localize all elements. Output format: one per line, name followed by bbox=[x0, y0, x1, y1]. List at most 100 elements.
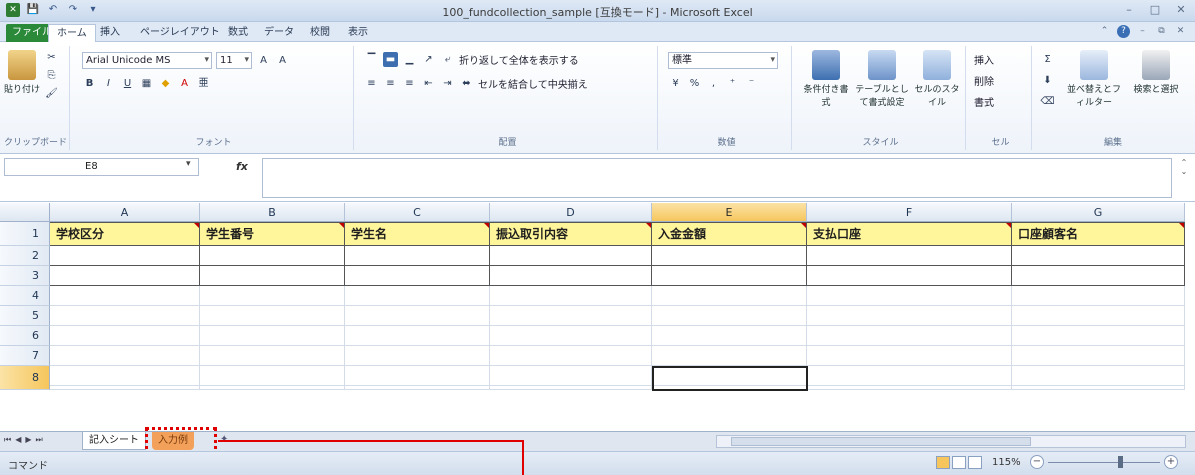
empty-cells-g[interactable] bbox=[1012, 286, 1185, 390]
maximize-button[interactable]: □ bbox=[1147, 2, 1163, 18]
wrap-text-label[interactable]: 折り返して全体を表示する bbox=[459, 52, 579, 67]
font-color-icon[interactable]: A bbox=[177, 76, 192, 91]
horizontal-scroll-thumb[interactable] bbox=[731, 437, 1031, 446]
row-header-8[interactable]: 8 bbox=[0, 366, 50, 390]
align-top-icon[interactable]: ▔ bbox=[364, 52, 379, 67]
name-box[interactable]: E8 bbox=[4, 158, 199, 176]
last-sheet-icon[interactable]: ⏭ bbox=[36, 435, 43, 445]
align-center-icon[interactable]: ≡ bbox=[383, 76, 398, 91]
find-select-button[interactable]: 検索と選択 bbox=[1128, 50, 1184, 95]
row-header-2[interactable]: 2 bbox=[0, 246, 50, 266]
cell-c1[interactable]: 学生名 bbox=[345, 222, 490, 246]
empty-cells-b[interactable] bbox=[200, 286, 345, 390]
fill-icon[interactable]: ⬇ bbox=[1040, 73, 1055, 88]
tab-home[interactable]: ホーム bbox=[48, 24, 96, 42]
tab-formulas[interactable]: 数式 bbox=[220, 24, 256, 42]
cell-e3[interactable] bbox=[652, 266, 807, 286]
increase-decimal-icon[interactable]: ⁺ bbox=[725, 76, 740, 91]
cell-a1[interactable]: 学校区分 bbox=[50, 222, 200, 246]
format-painter-icon[interactable]: 🖌 bbox=[44, 86, 59, 101]
fill-color-icon[interactable]: ◆ bbox=[158, 76, 173, 91]
insert-function-icon[interactable]: fx bbox=[236, 160, 248, 173]
bold-icon[interactable]: B bbox=[82, 76, 97, 91]
name-box-dropdown-icon[interactable]: ▾ bbox=[186, 159, 191, 169]
column-header-b[interactable]: B bbox=[200, 203, 345, 222]
tab-page-layout[interactable]: ページレイアウト bbox=[132, 24, 228, 42]
merge-center-label[interactable]: セルを結合して中央揃え bbox=[478, 76, 588, 91]
zoom-in-icon[interactable]: + bbox=[1164, 455, 1178, 469]
decrease-indent-icon[interactable]: ⇤ bbox=[421, 76, 436, 91]
align-right-icon[interactable]: ≡ bbox=[402, 76, 417, 91]
formula-expand-icon[interactable]: ⌃ ⌄ bbox=[1177, 158, 1191, 198]
align-middle-icon[interactable]: ▬ bbox=[383, 52, 398, 67]
select-all-corner[interactable] bbox=[0, 203, 50, 222]
cell-c3[interactable] bbox=[345, 266, 490, 286]
cell-d1[interactable]: 振込取引内容 bbox=[490, 222, 652, 246]
wrap-text-icon[interactable]: ⤶ bbox=[440, 52, 455, 67]
empty-cells-f[interactable] bbox=[807, 286, 1012, 390]
cell-f1[interactable]: 支払口座 bbox=[807, 222, 1012, 246]
phonetic-icon[interactable]: 亜 bbox=[196, 76, 211, 91]
worksheet-grid[interactable]: A B C D E F G 1 2 3 4 5 6 7 8 学校区分 学生番号 … bbox=[0, 203, 1185, 431]
cell-d3[interactable] bbox=[490, 266, 652, 286]
zoom-level[interactable]: 115% bbox=[992, 457, 1021, 468]
close-button[interactable]: ✕ bbox=[1173, 2, 1189, 18]
cell-styles-button[interactable]: セルのスタイル bbox=[912, 50, 962, 108]
insert-cells-button[interactable]: 挿入 bbox=[974, 52, 994, 67]
number-format-select[interactable]: 標準 bbox=[668, 52, 778, 69]
shrink-font-icon[interactable]: A bbox=[275, 53, 290, 68]
column-header-e[interactable]: E bbox=[652, 203, 807, 222]
row-header-7[interactable]: 7 bbox=[0, 346, 50, 366]
cell-a2[interactable] bbox=[50, 246, 200, 266]
orientation-icon[interactable]: ↗ bbox=[421, 52, 436, 67]
empty-cells-a[interactable] bbox=[50, 286, 200, 390]
column-header-f[interactable]: F bbox=[807, 203, 1012, 222]
underline-icon[interactable]: U bbox=[120, 76, 135, 91]
format-as-table-button[interactable]: テーブルとして書式設定 bbox=[854, 50, 910, 108]
normal-view-icon[interactable] bbox=[936, 456, 950, 469]
row-header-4[interactable]: 4 bbox=[0, 286, 50, 306]
tab-view[interactable]: 表示 bbox=[340, 24, 376, 42]
autosum-icon[interactable]: Σ bbox=[1040, 52, 1055, 67]
next-sheet-icon[interactable]: ▶ bbox=[25, 435, 31, 445]
row-header-6[interactable]: 6 bbox=[0, 326, 50, 346]
currency-icon[interactable]: ¥ bbox=[668, 76, 683, 91]
grow-font-icon[interactable]: A bbox=[256, 53, 271, 68]
delete-cells-button[interactable]: 削除 bbox=[974, 73, 994, 88]
page-break-view-icon[interactable] bbox=[968, 456, 982, 469]
copy-icon[interactable]: ⎘ bbox=[44, 68, 59, 83]
row-header-1[interactable]: 1 bbox=[0, 222, 50, 246]
empty-cells-d[interactable] bbox=[490, 286, 652, 390]
formula-input[interactable] bbox=[262, 158, 1172, 198]
merge-center-icon[interactable]: ⬌ bbox=[459, 76, 474, 91]
align-bottom-icon[interactable]: ▁ bbox=[402, 52, 417, 67]
align-left-icon[interactable]: ≡ bbox=[364, 76, 379, 91]
clear-icon[interactable]: ⌫ bbox=[1040, 94, 1055, 109]
paste-button[interactable]: 貼り付け bbox=[4, 50, 40, 95]
column-header-d[interactable]: D bbox=[490, 203, 652, 222]
window-restore-icon[interactable]: ⧉ bbox=[1155, 25, 1168, 38]
cell-b2[interactable] bbox=[200, 246, 345, 266]
help-icon[interactable]: ? bbox=[1117, 25, 1130, 38]
font-size-select[interactable]: 11 bbox=[216, 52, 252, 69]
italic-icon[interactable]: I bbox=[101, 76, 116, 91]
zoom-slider-track[interactable] bbox=[1048, 462, 1160, 463]
cell-d2[interactable] bbox=[490, 246, 652, 266]
zoom-slider-thumb[interactable] bbox=[1118, 456, 1123, 468]
column-header-g[interactable]: G bbox=[1012, 203, 1185, 222]
conditional-format-button[interactable]: 条件付き書式 bbox=[800, 50, 852, 108]
cell-b3[interactable] bbox=[200, 266, 345, 286]
horizontal-scrollbar[interactable] bbox=[716, 435, 1186, 448]
page-layout-view-icon[interactable] bbox=[952, 456, 966, 469]
increase-indent-icon[interactable]: ⇥ bbox=[440, 76, 455, 91]
tab-data[interactable]: データ bbox=[256, 24, 302, 42]
active-cell-e8[interactable] bbox=[652, 366, 808, 391]
cell-g2[interactable] bbox=[1012, 246, 1185, 266]
decrease-decimal-icon[interactable]: ⁻ bbox=[744, 76, 759, 91]
cell-c2[interactable] bbox=[345, 246, 490, 266]
sheet-tab-entry[interactable]: 記入シート bbox=[82, 432, 146, 450]
cell-f3[interactable] bbox=[807, 266, 1012, 286]
column-header-c[interactable]: C bbox=[345, 203, 490, 222]
window-close-icon[interactable]: ✕ bbox=[1174, 25, 1187, 38]
minimize-ribbon-icon[interactable]: ⌃ bbox=[1098, 25, 1111, 38]
